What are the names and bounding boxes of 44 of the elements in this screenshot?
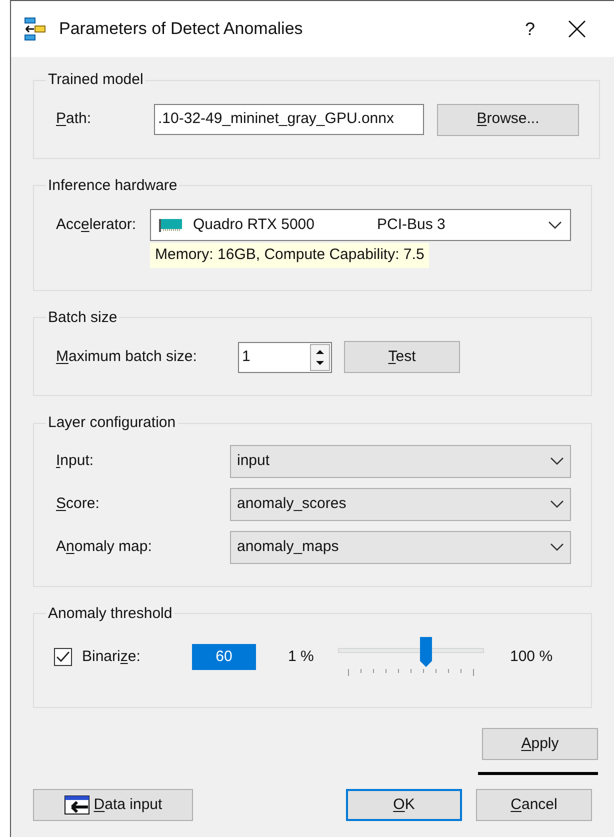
layer-label: Input: [55,450,95,471]
batch-size-label: Maximum batch size: [55,346,198,367]
min-label: 1 % [288,646,315,667]
group-title: Layer configuration [48,414,176,431]
accelerator-dropdown[interactable]: Quadro RTX 5000 PCI-Bus 3 [150,209,571,241]
check-icon [56,651,70,663]
layer-dropdown[interactable]: anomaly_maps [230,530,571,564]
group-title: Anomaly threshold [48,604,172,622]
chevron-down-icon [550,457,564,465]
cancel-button[interactable]: Cancel [476,789,592,821]
apply-button[interactable]: Apply [482,728,598,760]
chevron-down-icon [548,221,562,229]
layer-label: Anomaly map: [55,536,153,557]
path-label: Path: [55,109,92,130]
threshold-slider[interactable] [338,635,484,679]
close-icon [568,20,586,38]
data-input-button[interactable]: Data input [33,789,193,821]
layer-dropdown[interactable]: input [230,444,571,478]
path-field[interactable]: .10-32-49_mininet_gray_GPU.onnx [154,104,424,135]
binarize-checkbox[interactable] [54,648,72,666]
device-name: Quadro RTX 5000 [193,214,316,235]
group-title: Inference hardware [48,176,178,194]
help-button[interactable]: ? [510,16,550,42]
layer-dropdown[interactable]: anomaly_scores [230,488,571,520]
spin-arrows-icon [310,344,330,370]
ok-button[interactable]: OK [346,789,462,821]
max-label: 100 % [510,646,553,667]
window-title: Parameters of Detect Anomalies [59,18,303,40]
slider-thumb[interactable] [420,637,432,667]
chevron-down-icon [550,500,564,508]
browse-button[interactable]: Browse... [437,104,579,136]
gpu-icon [159,218,183,232]
chevron-down-icon [550,543,564,551]
threshold-value[interactable]: 60 [192,644,256,670]
app-icon [23,17,47,41]
binarize-label: Binarize: [82,646,142,667]
device-bus: PCI-Bus 3 [377,214,446,235]
batch-size-spinbox[interactable]: 1 [238,342,332,372]
group-title: Batch size [48,308,118,326]
accelerator-label: Accelerator: [55,214,138,235]
test-button[interactable]: Test [344,341,460,373]
group-title: Trained model [48,71,144,88]
device-info: Memory: 16GB, Compute Capability: 7.5 [150,243,430,268]
layer-label: Score: [55,494,100,514]
